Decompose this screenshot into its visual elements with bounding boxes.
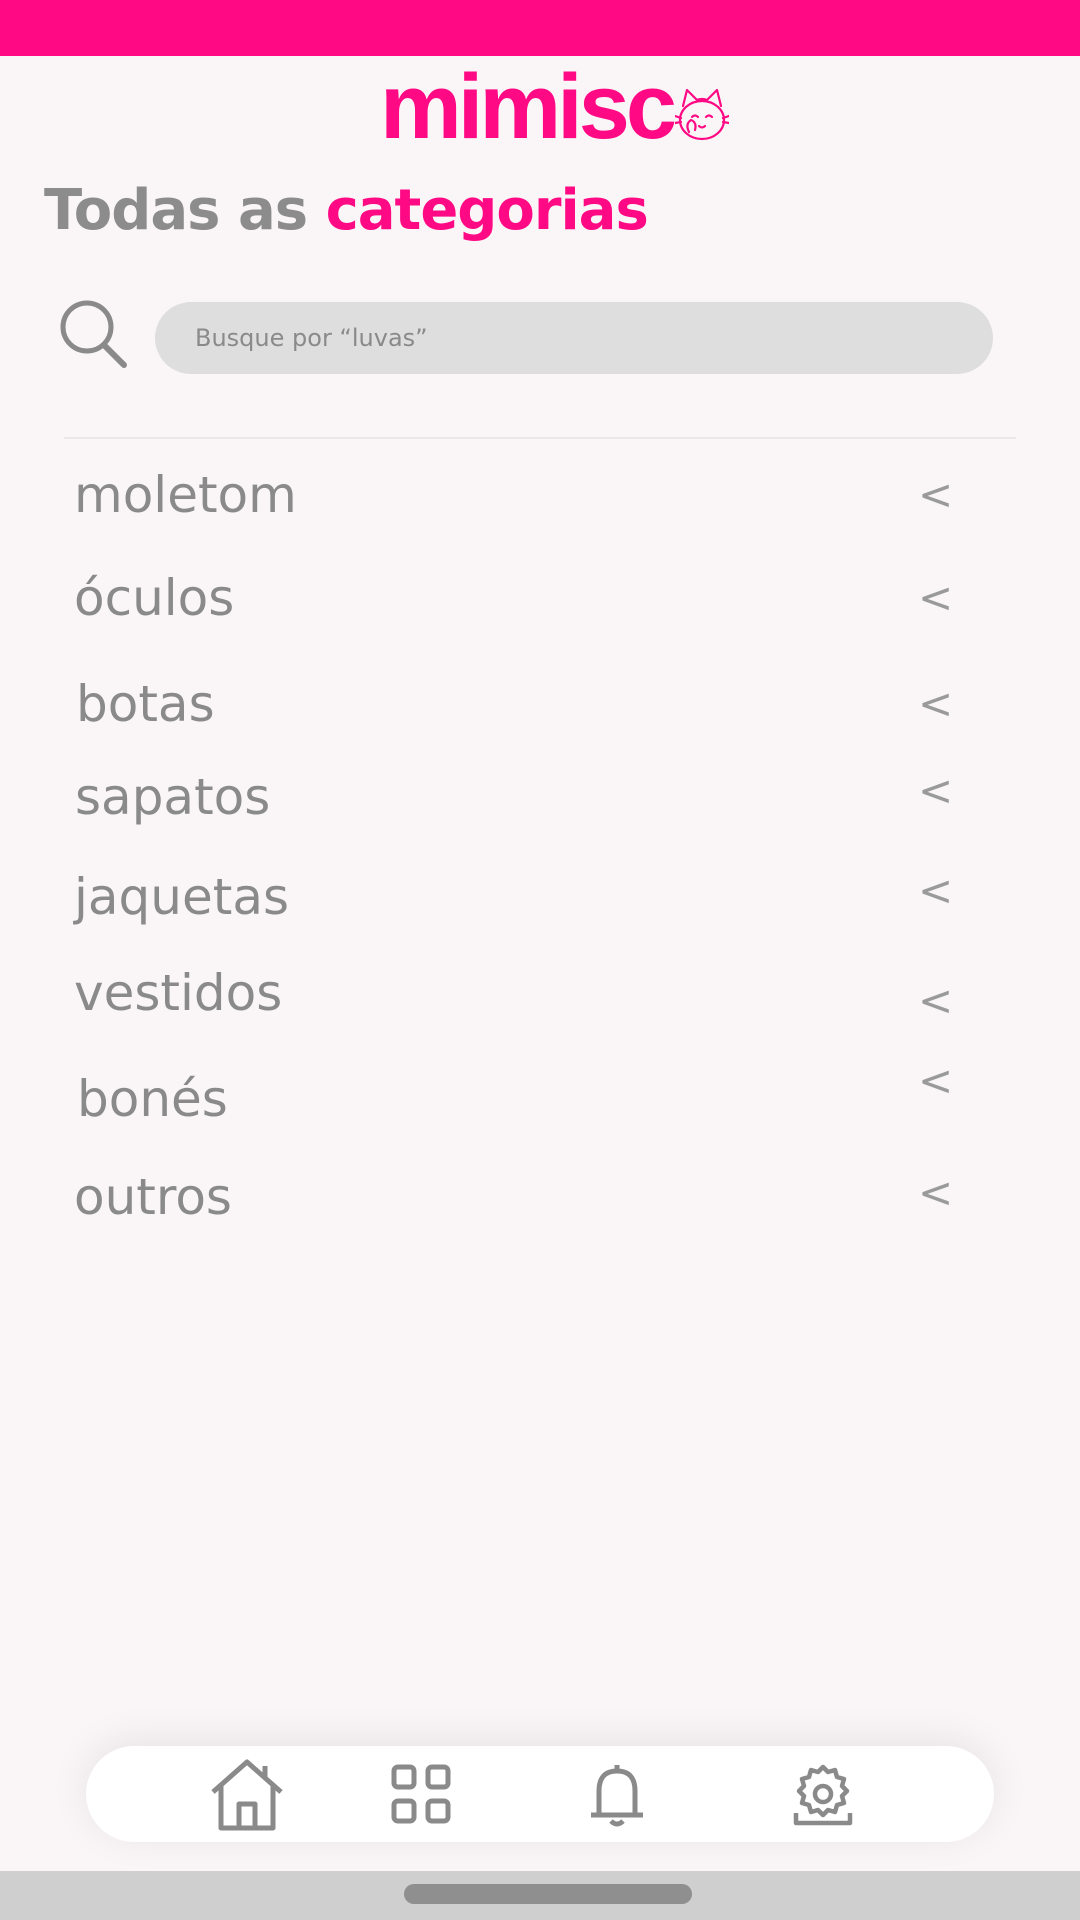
chevron-left-icon: < [918,1056,954,1105]
chevron-left-icon: < [918,766,954,815]
category-item-oculos[interactable]: óculos < [0,553,1080,643]
brand-wordmark: mimisc [380,56,677,158]
chevron-left-icon: < [918,1168,954,1217]
category-label: outros [74,1168,232,1226]
category-label: botas [76,675,215,733]
home-icon [211,1759,283,1831]
category-label: jaquetas [74,868,290,926]
nav-notifications-button[interactable] [572,1752,662,1836]
search-input[interactable] [155,302,993,374]
category-item-bones[interactable]: bonés < [0,1054,1080,1144]
category-label: bonés [77,1070,228,1128]
category-label: moletom [74,466,297,524]
chevron-left-icon: < [918,573,954,622]
category-label: vestidos [74,964,283,1022]
page-title-accent: categorias [325,178,649,243]
page-title-prefix: Todas as [44,178,308,243]
home-indicator[interactable] [404,1884,692,1904]
nav-home-button[interactable] [202,1752,292,1836]
nav-settings-button[interactable] [778,1752,868,1836]
cat-logo-icon [675,88,730,141]
bell-icon [591,1765,643,1827]
page-title: Todas as categorias [44,178,649,243]
category-item-sapatos[interactable]: sapatos < [0,752,1080,842]
brand-logo: mimisc [380,56,730,158]
bottom-nav [86,1746,994,1842]
category-item-jaquetas[interactable]: jaquetas < [0,852,1080,942]
category-item-outros[interactable]: outros < [0,1152,1080,1242]
category-item-moletom[interactable]: moletom < [0,450,1080,540]
gear-upload-icon [793,1764,853,1826]
chevron-left-icon: < [918,470,954,519]
grid-icon [391,1764,451,1824]
nav-categories-button[interactable] [376,1752,466,1836]
status-bar [0,0,1080,56]
list-divider [64,437,1016,439]
chevron-left-icon: < [918,976,954,1025]
category-label: sapatos [75,768,271,826]
category-label: óculos [74,569,235,627]
chevron-left-icon: < [918,866,954,915]
chevron-left-icon: < [918,679,954,728]
category-item-vestidos[interactable]: vestidos < [0,948,1080,1038]
category-item-botas[interactable]: botas < [0,659,1080,749]
search-icon[interactable] [58,298,130,370]
